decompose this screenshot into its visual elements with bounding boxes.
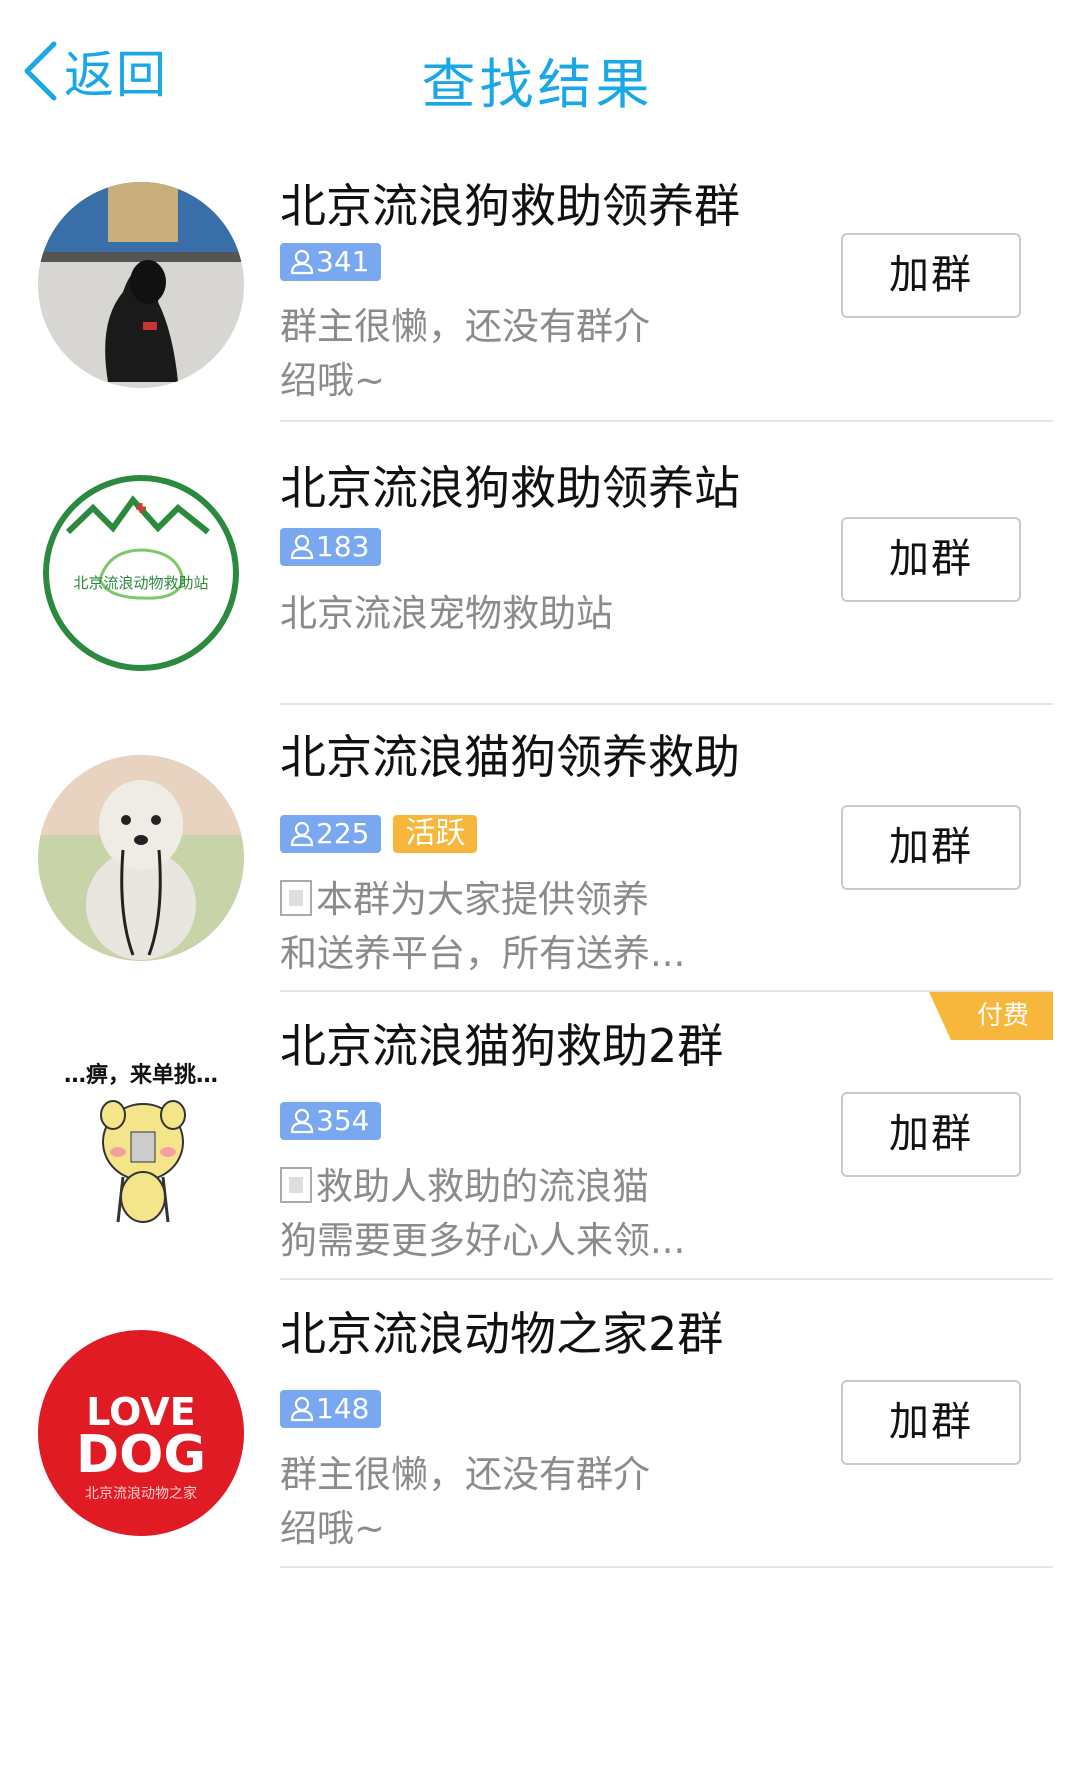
description-line: 北京流浪宠物救助站 (280, 592, 613, 635)
join-group-button[interactable]: 加群 (841, 233, 1021, 318)
description-line: 群主很懒，还没有群介 (280, 305, 650, 348)
member-count-badge: 341 (280, 243, 382, 281)
description-text: 本群为大家提供领养 (316, 878, 649, 921)
document-icon (280, 1167, 312, 1203)
member-count-badge: 183 (280, 528, 382, 566)
group-name: 北京流浪狗救助领养站 (280, 461, 740, 515)
join-group-button[interactable]: 加群 (841, 1380, 1021, 1465)
description-line: 群主很懒，还没有群介 (280, 1453, 650, 1496)
person-icon (290, 1396, 314, 1422)
logo-text-dog: DOG (76, 1425, 206, 1485)
member-count: 183 (316, 530, 370, 563)
join-group-button[interactable]: 加群 (841, 517, 1021, 602)
document-icon (280, 880, 312, 916)
avatar-white-poodle (38, 755, 244, 961)
badges: 183 (280, 528, 382, 566)
description-line-1: 救助人救助的流浪猫 (280, 1160, 700, 1214)
page-title: 查找结果 (421, 53, 654, 116)
group-description: 群主很懒，还没有群介 绍哦~ (280, 1448, 700, 1556)
group-name: 北京流浪猫狗救助2群 (280, 1019, 724, 1073)
header: 返回 查找结果 (0, 0, 1075, 140)
avatar-rescue-station-logo: 北京流浪动物救助站 (38, 470, 244, 676)
list-item[interactable]: 北京流浪猫狗领养救助 225 活跃 本群为大家提供领养 和送养平台，所有送养..… (0, 705, 1075, 992)
search-results-page: 返回 查找结果 北京流浪狗救助领养群 341 群主很懒，还没有群介 绍哦~ 加群… (0, 0, 1075, 1768)
member-count-badge: 354 (280, 1102, 382, 1140)
member-count: 341 (316, 245, 370, 278)
member-count: 225 (316, 817, 370, 850)
badges: 341 (280, 243, 382, 281)
member-count-badge: 225 (280, 815, 382, 853)
active-badge: 活跃 (393, 815, 478, 853)
paid-label: 付费 (976, 1001, 1029, 1031)
list-item[interactable]: LOVE DOG 北京流浪动物之家 北京流浪动物之家2群 148 群主很懒，还没… (0, 1280, 1075, 1568)
divider (280, 1566, 1053, 1568)
group-description: 本群为大家提供领养 和送养平台，所有送养... (280, 873, 700, 981)
group-name: 北京流浪动物之家2群 (280, 1307, 724, 1361)
description-line-1: 本群为大家提供领养 (280, 873, 700, 927)
join-group-button[interactable]: 加群 (841, 805, 1021, 890)
person-icon (290, 821, 314, 847)
badges: 148 (280, 1390, 382, 1428)
person-icon (290, 1108, 314, 1134)
group-description: 北京流浪宠物救助站 (280, 587, 700, 641)
person-icon (290, 249, 314, 275)
avatar-cartoon-dog: …痹，来单挑… (38, 1037, 244, 1243)
description-line: 绍哦~ (280, 1507, 386, 1550)
join-group-button[interactable]: 加群 (841, 1092, 1021, 1177)
member-count-badge: 148 (280, 1390, 382, 1428)
person-icon (290, 534, 314, 560)
list-item[interactable]: 北京流浪动物救助站 北京流浪狗救助领养站 183 北京流浪宠物救助站 加群 (0, 422, 1075, 705)
description-text: 救助人救助的流浪猫 (316, 1165, 649, 1208)
member-count: 148 (316, 1392, 370, 1425)
avatar-love-dog-logo: LOVE DOG 北京流浪动物之家 (38, 1330, 244, 1536)
badges: 354 (280, 1102, 382, 1140)
group-description: 群主很懒，还没有群介 绍哦~ (280, 300, 700, 408)
logo-text: 北京流浪动物救助站 (73, 574, 208, 592)
group-name: 北京流浪猫狗领养救助 (280, 730, 740, 784)
logo-subtext: 北京流浪动物之家 (85, 1485, 197, 1502)
list-item[interactable]: 北京流浪狗救助领养群 341 群主很懒，还没有群介 绍哦~ 加群 (0, 140, 1075, 422)
group-list: 北京流浪狗救助领养群 341 群主很懒，还没有群介 绍哦~ 加群 北京流浪动物救… (0, 140, 1075, 1568)
group-name: 北京流浪狗救助领养群 (280, 179, 740, 233)
description-line: 绍哦~ (280, 359, 386, 402)
description-line: 和送养平台，所有送养... (280, 932, 686, 975)
description-line: 狗需要更多好心人来领... (280, 1219, 686, 1262)
list-item[interactable]: 付费 …痹，来单挑… 北京流浪猫狗救助2群 354 救助人救助的流浪猫 狗需要更… (0, 992, 1075, 1280)
member-count: 354 (316, 1104, 370, 1137)
avatar-black-dog (38, 182, 244, 388)
meme-text: …痹，来单挑… (64, 1062, 218, 1088)
group-description: 救助人救助的流浪猫 狗需要更多好心人来领... (280, 1160, 700, 1268)
badges: 225 活跃 (280, 815, 478, 853)
